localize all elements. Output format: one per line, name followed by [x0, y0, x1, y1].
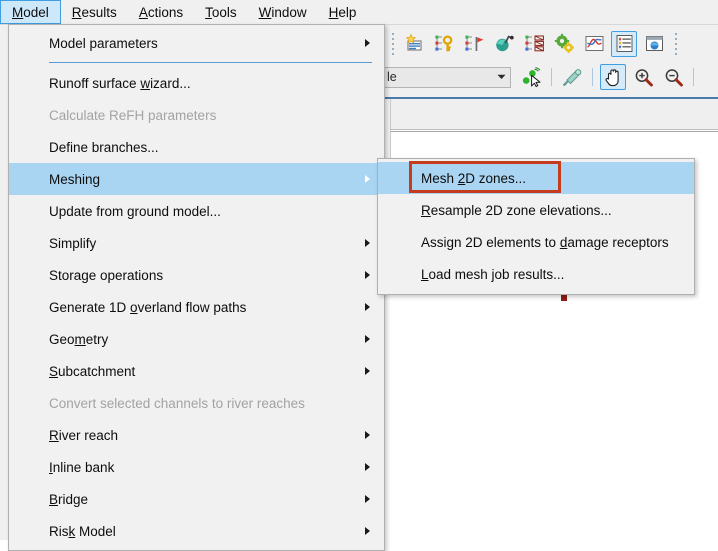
menu-item-inline-bank[interactable]: Inline bank — [9, 451, 384, 483]
graph-icon[interactable] — [581, 31, 607, 57]
submenu-arrow-icon — [365, 431, 370, 439]
menu-item-label: River reach — [49, 427, 119, 443]
menubar-item-results[interactable]: Results — [61, 0, 128, 24]
new-model-icon[interactable] — [401, 31, 427, 57]
menubar-item-tools[interactable]: Tools — [194, 0, 248, 24]
menubar-item-label: Results — [71, 4, 117, 20]
menu-item-subcatchment[interactable]: Subcatchment — [9, 355, 384, 387]
menu-item-convert-selected-channels-to-river-reaches: Convert selected channels to river reach… — [9, 387, 384, 419]
submenu-item-assign-2d-elements-to-damage-receptors[interactable]: Assign 2D elements to damage receptors — [378, 226, 694, 258]
menu-item-label: Load mesh job results... — [421, 266, 565, 282]
menu-item-simplify[interactable]: Simplify — [9, 227, 384, 259]
menu-item-generate-1d-overland-flow-paths[interactable]: Generate 1D overland flow paths — [9, 291, 384, 323]
menu-separator — [49, 62, 372, 63]
balloon-node-icon[interactable] — [491, 31, 517, 57]
menu-item-calculate-refh-parameters: Calculate ReFH parameters — [9, 99, 384, 131]
menu-item-label: Define branches... — [49, 139, 159, 155]
properties-grid-icon[interactable] — [611, 30, 637, 57]
menu-item-risk-model[interactable]: Risk Model — [9, 515, 384, 547]
menu-bar: Model Results Actions Tools Window Help — [0, 0, 718, 24]
menu-item-geometry[interactable]: Geometry — [9, 323, 384, 355]
submenu-arrow-icon — [365, 303, 370, 311]
select-nodes-icon[interactable] — [518, 64, 544, 90]
submenu-item-mesh-2d-zones[interactable]: Mesh 2D zones... — [378, 162, 694, 194]
zoom-out-icon[interactable] — [660, 64, 686, 90]
menu-item-label: Storage operations — [49, 267, 164, 283]
menu-item-label: Update from ground model... — [49, 203, 221, 219]
submenu-arrow-icon — [365, 239, 370, 247]
application-window: le Model Results Actions Tools Window He… — [0, 0, 718, 551]
model-dropdown-menu: Model parameters Runoff surface wizard...… — [8, 24, 385, 551]
menu-item-bridge[interactable]: Bridge — [9, 483, 384, 515]
submenu-arrow-icon — [365, 367, 370, 375]
chevron-down-icon[interactable] — [493, 68, 510, 87]
window-display-icon[interactable] — [641, 31, 667, 57]
menu-item-label: Bridge — [49, 491, 89, 507]
submenu-arrow-icon — [365, 495, 370, 503]
submenu-arrow-icon — [365, 527, 370, 535]
scale-combo[interactable]: le — [381, 66, 511, 88]
menu-item-update-from-ground-model[interactable]: Update from ground model... — [9, 195, 384, 227]
menu-item-runoff-surface-wizard[interactable]: Runoff surface wizard... — [9, 67, 384, 99]
submenu-arrow-icon — [365, 335, 370, 343]
menu-item-storage-operations[interactable]: Storage operations — [9, 259, 384, 291]
menubar-item-label: Actions — [138, 4, 184, 20]
submenu-item-resample-2d-zone-elevations[interactable]: Resample 2D zone elevations... — [378, 194, 694, 226]
menu-item-label: Assign 2D elements to damage receptors — [421, 234, 669, 250]
menu-item-label: Generate 1D overland flow paths — [49, 299, 247, 315]
menu-item-river-reach[interactable]: River reach — [9, 419, 384, 451]
menu-item-label: Risk Model — [49, 523, 116, 539]
menu-item-label: Meshing — [49, 171, 101, 187]
menu-item-label: Calculate ReFH parameters — [49, 107, 217, 123]
menubar-item-label: Window — [258, 4, 307, 20]
menu-item-label: Runoff surface wizard... — [49, 75, 191, 91]
menu-item-label: Inline bank — [49, 459, 115, 475]
menu-item-meshing[interactable]: Meshing — [9, 163, 384, 195]
flag-node-icon[interactable] — [461, 31, 487, 57]
zoom-in-icon[interactable] — [630, 64, 656, 90]
menubar-item-help[interactable]: Help — [318, 0, 368, 24]
toolbar-grip[interactable] — [672, 32, 679, 55]
menu-item-label: Subcatchment — [49, 363, 136, 379]
menubar-item-model[interactable]: Model — [0, 0, 61, 24]
menu-item-label: Simplify — [49, 235, 97, 251]
menu-item-model-parameters[interactable]: Model parameters — [9, 27, 384, 59]
schedule-node-icon[interactable] — [521, 31, 547, 57]
menubar-item-label: Help — [328, 4, 357, 20]
pan-icon[interactable] — [600, 64, 626, 90]
menu-item-label: Geometry — [49, 331, 109, 347]
gears-icon[interactable] — [551, 31, 577, 57]
submenu-arrow-icon — [365, 175, 370, 183]
menu-item-label: Resample 2D zone elevations... — [421, 202, 612, 218]
menubar-item-label: Tools — [205, 4, 237, 20]
menu-item-label: Convert selected channels to river reach… — [49, 395, 305, 411]
submenu-arrow-icon — [365, 39, 370, 47]
key-node-icon[interactable] — [431, 31, 457, 57]
toolbar-separator — [693, 68, 694, 86]
toolbar-grip[interactable] — [389, 32, 396, 55]
submenu-item-load-mesh-job-results[interactable]: Load mesh job results... — [378, 258, 694, 290]
submenu-arrow-icon — [365, 271, 370, 279]
toolbar-separator — [592, 68, 593, 86]
menu-item-define-branches[interactable]: Define branches... — [9, 131, 384, 163]
menubar-item-label: Model — [12, 4, 49, 20]
menubar-item-window[interactable]: Window — [248, 0, 318, 24]
toolbar-separator — [551, 68, 552, 86]
menu-item-label: Mesh 2D zones... — [421, 170, 527, 186]
menubar-item-actions[interactable]: Actions — [128, 0, 194, 24]
submenu-arrow-icon — [365, 463, 370, 471]
meshing-submenu: Mesh 2D zones... Resample 2D zone elevati… — [377, 158, 695, 295]
menu-item-label: Model parameters — [49, 35, 158, 51]
pick-tool-icon[interactable] — [559, 64, 585, 90]
